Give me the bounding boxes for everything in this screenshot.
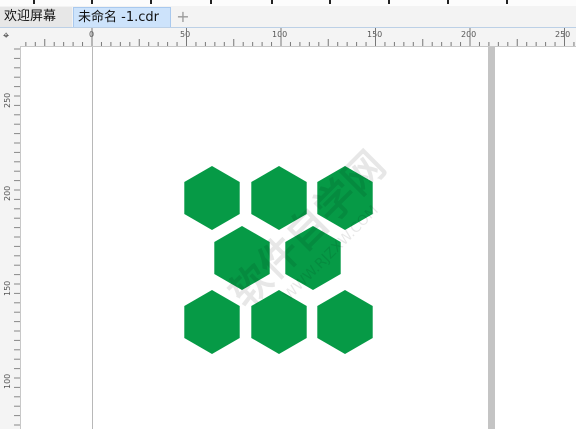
vertical-ruler[interactable]: 250 200 150 100 (0, 46, 21, 429)
document-tab-bar: 欢迎屏幕 未命名 -1.cdr + (0, 6, 576, 28)
hruler-label: 100 (272, 30, 287, 39)
tab-welcome-screen[interactable]: 欢迎屏幕 (0, 7, 72, 27)
hruler-label: 50 (180, 30, 190, 39)
drawing-canvas[interactable]: 软件自学网 WWW.RJZXW.COM (21, 47, 576, 429)
vruler-label: 250 (3, 93, 12, 108)
ruler-origin-corner[interactable]: ⌖ (0, 28, 21, 47)
page-right-edge-shadow (488, 47, 495, 429)
vruler-label: 200 (3, 186, 12, 201)
horizontal-ruler[interactable]: 0 50 100 150 200 250 (20, 28, 576, 47)
vruler-label: 100 (3, 374, 12, 389)
tab-untitled-document[interactable]: 未命名 -1.cdr (73, 7, 171, 27)
watermark-text: 软件自学网 (221, 143, 395, 317)
watermark: 软件自学网 WWW.RJZXW.COM (221, 143, 395, 317)
vruler-label: 150 (3, 281, 12, 296)
cursor-origin-icon: ⌖ (3, 29, 10, 42)
hruler-label: 150 (367, 30, 382, 39)
add-tab-button[interactable]: + (173, 7, 193, 27)
hruler-label: 250 (555, 30, 570, 39)
hruler-label: 200 (461, 30, 476, 39)
